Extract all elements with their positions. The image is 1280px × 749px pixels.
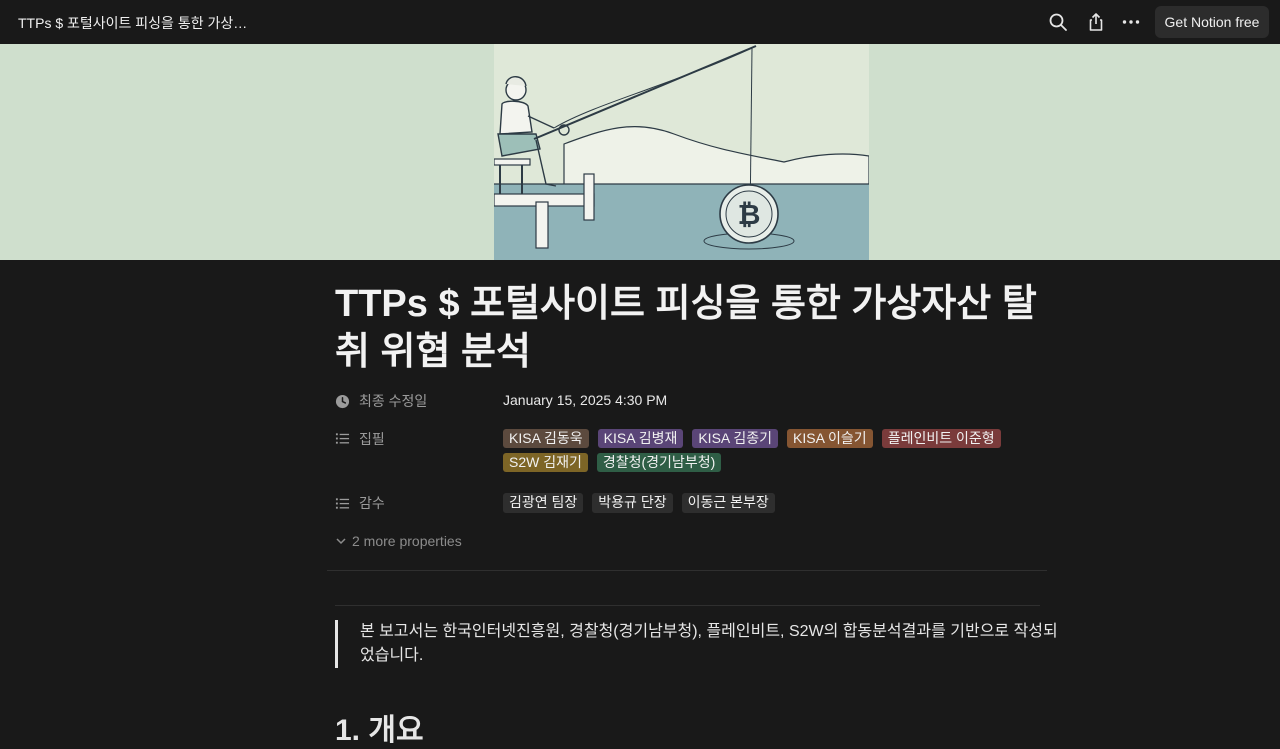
get-notion-free-button[interactable]: Get Notion free <box>1155 6 1269 38</box>
chevron-down-icon <box>336 538 346 545</box>
top-bar: TTPs $ 포털사이트 피싱을 통한 가상… Get Notion free <box>0 0 1280 44</box>
cover-image: ₿ <box>0 44 1280 260</box>
section-heading: 1. 개요 <box>335 714 424 747</box>
breadcrumb-title[interactable]: TTPs $ 포털사이트 피싱을 통한 가상… <box>18 13 247 33</box>
tag[interactable]: S2W 김재기 <box>503 453 588 472</box>
property-reviewers: 감수 김광연 팀장 박용규 단장 이동근 본부장 <box>335 493 1023 513</box>
property-label[interactable]: 집필 <box>335 429 503 472</box>
list-icon <box>335 497 350 509</box>
share-icon[interactable] <box>1085 11 1107 33</box>
fishing-illustration: ₿ <box>494 44 869 260</box>
tag[interactable]: 박용규 단장 <box>592 493 673 513</box>
property-label[interactable]: 최종 수정일 <box>335 391 503 411</box>
tag[interactable]: KISA 김병재 <box>597 429 684 448</box>
tag[interactable]: 이동근 본부장 <box>681 493 775 513</box>
more-properties-toggle[interactable]: 2 more properties <box>335 533 462 549</box>
more-properties-label: 2 more properties <box>352 533 462 549</box>
tag[interactable]: KISA 김종기 <box>692 429 779 448</box>
modified-value: January 15, 2025 4:30 PM <box>503 392 668 408</box>
tag[interactable]: 플레인비트 이준형 <box>881 429 1001 448</box>
more-icon[interactable] <box>1120 11 1142 33</box>
writers-tags[interactable]: KISA 김동욱 KISA 김병재 KISA 김종기 KISA 이슬기 플레인비… <box>503 429 1023 472</box>
property-modified: 최종 수정일 January 15, 2025 4:30 PM <box>335 391 667 411</box>
list-icon <box>335 433 350 444</box>
property-writers: 집필 KISA 김동욱 KISA 김병재 KISA 김종기 KISA 이슬기 플… <box>335 429 1023 472</box>
tag[interactable]: KISA 김동욱 <box>503 429 589 448</box>
property-label[interactable]: 감수 <box>335 493 503 513</box>
tag[interactable]: 경찰청(경기남부청) <box>596 453 722 472</box>
reviewers-label: 감수 <box>359 495 385 511</box>
modified-label: 최종 수정일 <box>359 393 428 409</box>
reviewers-tags[interactable]: 김광연 팀장 박용규 단장 이동근 본부장 <box>503 493 1023 513</box>
clock-icon <box>335 394 350 408</box>
divider <box>335 605 1040 606</box>
quote-block: 본 보고서는 한국인터넷진흥원, 경찰청(경기남부청), 플레인비트, S2W의… <box>335 620 1060 668</box>
search-icon[interactable] <box>1047 11 1069 33</box>
page-title: TTPs $ 포털사이트 피싱을 통한 가상자산 탈취 위협 분석 <box>335 283 1037 373</box>
svg-text:₿: ₿ <box>738 198 761 231</box>
tag[interactable]: 김광연 팀장 <box>503 493 584 513</box>
writers-label: 집필 <box>359 431 385 447</box>
tag[interactable]: KISA 이슬기 <box>787 429 873 448</box>
divider <box>327 570 1047 571</box>
